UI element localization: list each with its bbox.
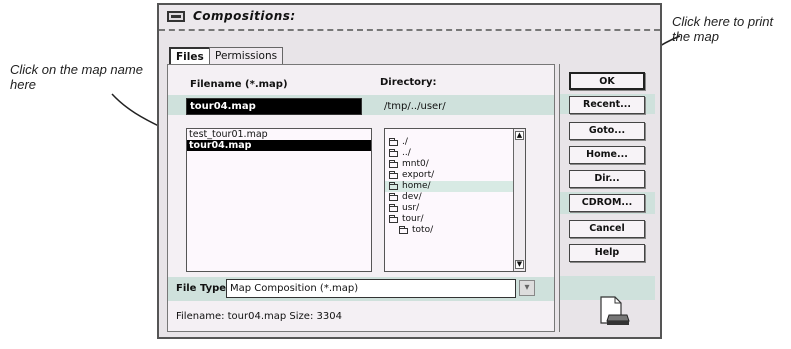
- folder-icon: [389, 137, 398, 146]
- home-button[interactable]: Home...: [569, 146, 645, 164]
- folder-icon: [389, 203, 398, 212]
- list-item[interactable]: usr/: [385, 203, 525, 214]
- tab-files[interactable]: Files: [169, 47, 211, 65]
- filetype-select[interactable]: Map Composition (*.map): [226, 279, 516, 298]
- print-document-icon[interactable]: [597, 295, 631, 329]
- dialog-title: Compositions:: [193, 9, 296, 23]
- list-item[interactable]: mnt0/: [385, 159, 525, 170]
- folder-icon: [389, 159, 398, 168]
- folder-icon: [389, 170, 398, 179]
- scroll-down-icon[interactable]: ▼: [515, 260, 524, 269]
- cdrom-button[interactable]: CDROM...: [569, 194, 645, 212]
- help-button[interactable]: Help: [569, 244, 645, 262]
- title-bar: Compositions:: [159, 5, 660, 31]
- folder-icon: [399, 225, 408, 234]
- file-list[interactable]: test_tour01.map tour04.map: [186, 128, 372, 272]
- folder-icon: [389, 214, 398, 223]
- button-column: OK Recent... Goto... Home... Dir... CDRO…: [559, 64, 655, 332]
- list-item[interactable]: dev/: [385, 192, 525, 203]
- list-item[interactable]: ./: [385, 137, 525, 148]
- goto-button[interactable]: Goto...: [569, 122, 645, 140]
- compositions-dialog: Compositions: Files Permissions Filename…: [157, 3, 662, 339]
- filename-input[interactable]: tour04.map: [186, 98, 362, 115]
- scroll-up-icon[interactable]: ▲: [515, 131, 524, 140]
- divider: [559, 64, 560, 332]
- recent-button[interactable]: Recent...: [569, 96, 645, 114]
- directory-label: Directory:: [380, 77, 437, 88]
- list-item-selected[interactable]: tour04.map: [187, 140, 371, 151]
- list-item[interactable]: ../: [385, 148, 525, 159]
- folder-icon: [389, 192, 398, 201]
- folder-icon: [389, 148, 398, 157]
- file-info: Filename: tour04.map Size: 3304: [176, 311, 342, 322]
- list-item[interactable]: tour/: [385, 214, 525, 225]
- list-item[interactable]: toto/: [385, 225, 525, 236]
- cancel-button[interactable]: Cancel: [569, 220, 645, 238]
- directory-scrollbar[interactable]: ▲ ▼: [513, 129, 525, 271]
- window-menu-icon[interactable]: [167, 11, 185, 22]
- filename-label: Filename (*.map): [190, 79, 288, 90]
- list-item[interactable]: test_tour01.map: [187, 129, 371, 140]
- folder-icon: [389, 181, 398, 190]
- list-item[interactable]: export/: [385, 170, 525, 181]
- ok-button[interactable]: OK: [569, 72, 645, 90]
- directory-list[interactable]: ./ ../ mnt0/ export/ home/ dev/ usr/ tou…: [384, 128, 526, 272]
- tab-permissions[interactable]: Permissions: [209, 47, 284, 65]
- list-item[interactable]: home/: [385, 181, 525, 192]
- filetype-label: File Type:: [176, 283, 231, 294]
- dropdown-icon[interactable]: ▾: [519, 280, 535, 296]
- dir-button[interactable]: Dir...: [569, 170, 645, 188]
- files-panel: Filename (*.map) Directory: tour04.map /…: [167, 64, 555, 332]
- directory-path: /tmp/../user/: [384, 101, 446, 112]
